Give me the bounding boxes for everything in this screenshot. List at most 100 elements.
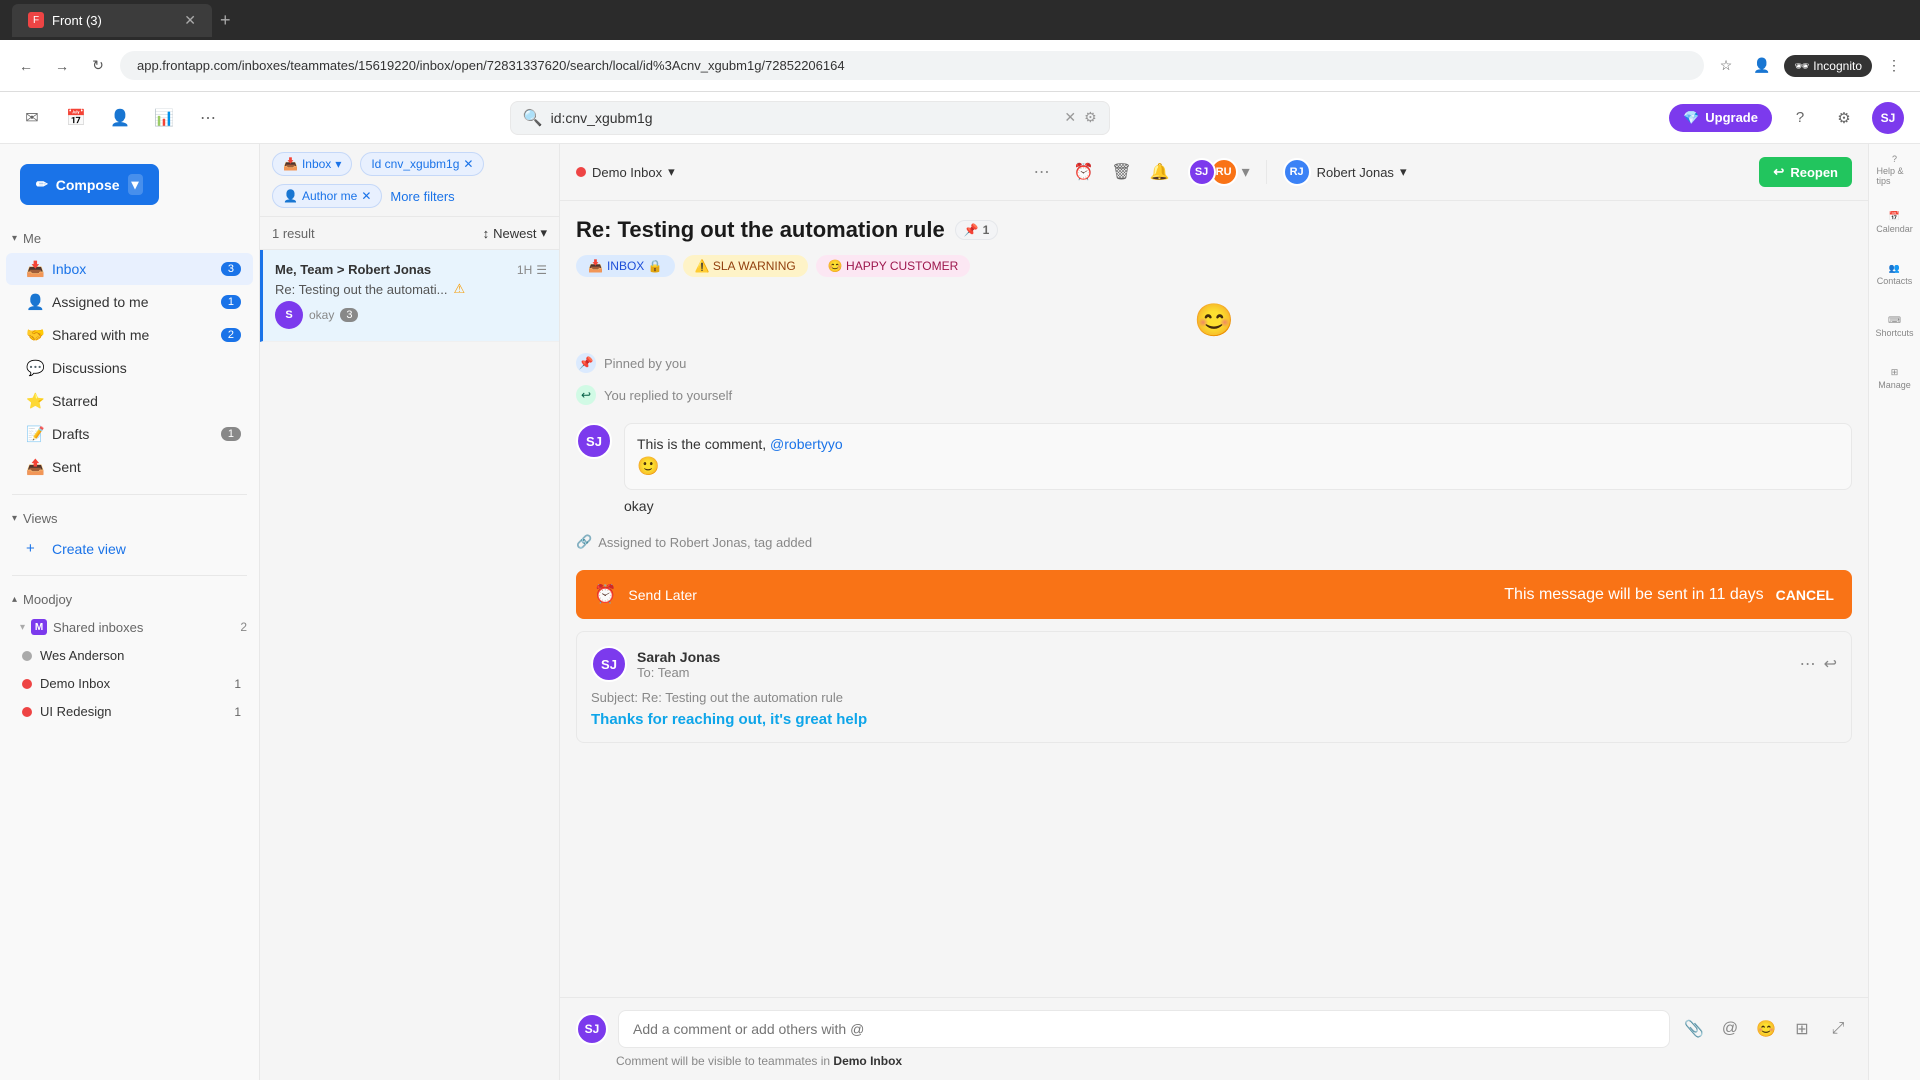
pin-badge: 📌 1 <box>955 220 999 240</box>
emoji-icon[interactable]: 😊 <box>1752 1015 1780 1043</box>
sort-button[interactable]: ↕ Newest ▾ <box>483 225 547 241</box>
drafts-label: Drafts <box>52 426 89 442</box>
pin-icon: 📌 <box>964 223 979 237</box>
search-icon: 🔍 <box>523 108 543 128</box>
demo-inbox-badge: 1 <box>234 677 241 691</box>
right-help-button[interactable]: ? Help & tips <box>1877 152 1913 188</box>
create-view-label: Create view <box>52 541 126 557</box>
comment-input[interactable] <box>618 1010 1670 1048</box>
snooze-button[interactable]: ⏰ <box>1068 156 1100 188</box>
compose-button[interactable]: ✏ Compose ▾ <box>20 164 159 205</box>
help-button[interactable]: ? <box>1784 102 1816 134</box>
detail-header: Demo Inbox ▾ ⋯ ⏰ 🗑 🔔 SJ RU ▾ <box>560 144 1868 201</box>
upgrade-button[interactable]: 💎 Upgrade <box>1669 104 1772 132</box>
settings-button[interactable]: ⚙ <box>1828 102 1860 134</box>
author-filter-chip[interactable]: 👤 Author me ✕ <box>272 184 382 208</box>
sidebar-item-assigned[interactable]: 👤 Assigned to me 1 <box>6 286 253 318</box>
id-filter-chip[interactable]: Id cnv_xgubm1g ✕ <box>360 152 484 176</box>
analytics-icon[interactable]: 📊 <box>148 102 180 134</box>
search-clear-button[interactable]: ✕ <box>1064 109 1076 126</box>
sidebar-item-create-view[interactable]: + Create view <box>6 533 253 564</box>
comment-input-row: SJ 📎 @ 😊 ⊞ ⤢ <box>576 1010 1852 1048</box>
assignment-icon: 🔗 <box>576 534 592 550</box>
tab-title: Front (3) <box>52 13 102 28</box>
sidebar-item-wes-anderson[interactable]: Wes Anderson <box>6 642 253 669</box>
user-avatar[interactable]: SJ <box>1872 102 1904 134</box>
browser-tab[interactable]: F Front (3) ✕ <box>12 4 212 37</box>
shared-inboxes-count: 2 <box>240 620 247 634</box>
search-input[interactable] <box>551 110 1057 126</box>
sidebar-item-ui-redesign[interactable]: UI Redesign 1 <box>6 698 253 725</box>
sidebar-item-sent[interactable]: 📤 Sent <box>6 451 253 483</box>
right-keyboard-button[interactable]: ⌨ Shortcuts <box>1877 308 1913 344</box>
table-icon[interactable]: ⊞ <box>1788 1015 1816 1043</box>
starred-label: Starred <box>52 393 98 409</box>
conversation-item[interactable]: Me, Team > Robert Jonas 1H ☰ Re: Testing… <box>260 250 559 342</box>
more-topbar-icon[interactable]: ⋯ <box>192 102 224 134</box>
right-contacts-button[interactable]: 👥 Contacts <box>1877 256 1913 292</box>
moodjoy-section-header[interactable]: ▴ Moodjoy <box>0 586 259 613</box>
inbox-tag[interactable]: 📥 INBOX 🔒 <box>576 255 675 277</box>
right-manage-button[interactable]: ⊞ Manage <box>1877 360 1913 396</box>
search-filter-button[interactable]: ⚙ <box>1084 109 1097 126</box>
comment-block: SJ This is the comment, @robertyyo 🙂 oka… <box>576 411 1852 526</box>
calendar-icon[interactable]: 📅 <box>60 102 92 134</box>
compose-icon[interactable]: ✉ <box>16 102 48 134</box>
sidebar-item-inbox[interactable]: 📥 Inbox 3 <box>6 253 253 285</box>
happy-tag[interactable]: 😊 HAPPY CUSTOMER <box>816 255 971 277</box>
contacts-topbar-icon[interactable]: 👤 <box>104 102 136 134</box>
sidebar-item-shared[interactable]: 🤝 Shared with me 2 <box>6 319 253 351</box>
expand-icon[interactable]: ⤢ <box>1824 1015 1852 1043</box>
forward-button[interactable]: → <box>48 52 76 80</box>
author-chip-close[interactable]: ✕ <box>361 189 371 203</box>
tab-close-button[interactable]: ✕ <box>184 12 196 29</box>
at-mention-icon[interactable]: @ <box>1716 1015 1744 1043</box>
cancel-send-later-button[interactable]: CANCEL <box>1776 587 1834 603</box>
assignee-section: SJ RU ▾ <box>1188 158 1250 186</box>
msg-sender-info: Sarah Jonas To: Team <box>637 649 720 680</box>
archive-button[interactable]: 🔔 <box>1144 156 1176 188</box>
inbox-filter-chip[interactable]: 📥 Inbox ▾ <box>272 152 352 176</box>
chevron-assignees[interactable]: ▾ <box>1242 162 1250 182</box>
msg-more-button[interactable]: ⋯ <box>1800 654 1816 674</box>
compose-chevron-icon[interactable]: ▾ <box>128 174 143 195</box>
inbox-indicator[interactable]: Demo Inbox ▾ <box>576 164 675 180</box>
right-calendar-button[interactable]: 📅 Calendar <box>1877 204 1913 240</box>
sla-tag[interactable]: ⚠️ SLA WARNING <box>683 255 808 277</box>
address-bar[interactable] <box>120 51 1704 80</box>
back-button[interactable]: ← <box>12 52 40 80</box>
reload-button[interactable]: ↻ <box>84 52 112 80</box>
bookmark-button[interactable]: ☆ <box>1712 52 1740 80</box>
sidebar-item-starred[interactable]: ⭐ Starred <box>6 385 253 417</box>
more-options-button[interactable]: ⋯ <box>1028 158 1056 186</box>
conv-avatar: S <box>275 301 303 329</box>
menu-button[interactable]: ⋮ <box>1880 52 1908 80</box>
sidebar-item-drafts[interactable]: 📝 Drafts 1 <box>6 418 253 450</box>
views-section-header[interactable]: ▾ Views <box>0 505 259 532</box>
main-content: 📥 Inbox ▾ Id cnv_xgubm1g ✕ 👤 Author me ✕… <box>260 92 1868 1080</box>
tab-favicon: F <box>28 12 44 28</box>
sidebar-item-demo-inbox[interactable]: Demo Inbox 1 <box>6 670 253 697</box>
more-filters-button[interactable]: More filters <box>390 189 454 204</box>
detail-body: Re: Testing out the automation rule 📌 1 … <box>560 201 1868 997</box>
ui-redesign-badge: 1 <box>234 705 241 719</box>
id-chip-close[interactable]: ✕ <box>463 157 473 171</box>
new-tab-button[interactable]: + <box>220 10 231 31</box>
sidebar-item-discussions[interactable]: 💬 Discussions <box>6 352 253 384</box>
trash-button[interactable]: 🗑 <box>1106 156 1138 188</box>
sort-chevron-icon: ▾ <box>540 225 547 241</box>
demo-inbox-label: Demo Inbox <box>40 676 110 691</box>
msg-body: Thanks for reaching out, it's great help <box>591 711 1837 728</box>
send-later-icon: ⏰ <box>594 584 616 605</box>
shared-inboxes-header[interactable]: ▾ M Shared inboxes 2 <box>0 613 259 641</box>
msg-reply-button[interactable]: ↩ <box>1824 654 1837 674</box>
assigned-to-section[interactable]: RJ Robert Jonas ▾ <box>1283 158 1407 186</box>
me-section-header[interactable]: ▾ Me <box>0 225 259 252</box>
moodjoy-label: Moodjoy <box>23 592 72 607</box>
browser-chrome: F Front (3) ✕ + <box>0 0 1920 40</box>
reopen-button[interactable]: ↩ Reopen <box>1759 157 1852 187</box>
commenter-avatar: SJ <box>576 1013 608 1045</box>
send-later-note: This message will be sent in 11 days <box>1504 586 1763 604</box>
profile-button[interactable]: 👤 <box>1748 52 1776 80</box>
attachment-icon[interactable]: 📎 <box>1680 1015 1708 1043</box>
